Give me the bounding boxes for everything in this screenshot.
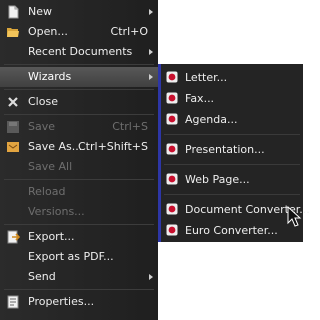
menu-item-versions[interactable]: Versions... bbox=[0, 202, 158, 222]
submenu-arrow-icon bbox=[149, 274, 153, 280]
mouse-pointer-icon bbox=[287, 206, 302, 227]
menu-separator bbox=[4, 114, 154, 115]
menu-separator bbox=[4, 224, 154, 225]
menu-item-open[interactable]: Open... Ctrl+O bbox=[0, 22, 158, 42]
menu-item-open-label: Open... bbox=[28, 25, 68, 38]
menu-item-properties-label: Properties... bbox=[28, 295, 95, 308]
menu-item-save-as-label: Save As... bbox=[28, 140, 83, 153]
close-icon bbox=[8, 97, 18, 107]
properties-icon bbox=[7, 295, 19, 309]
submenu-item-label: Letter... bbox=[185, 71, 228, 84]
menu-item-recent-label: Recent Documents bbox=[28, 45, 133, 58]
submenu-item-letter[interactable]: Letter... bbox=[161, 67, 303, 88]
menu-item-export-pdf-label: Export as PDF... bbox=[28, 250, 114, 263]
open-folder-icon bbox=[7, 28, 19, 37]
menu-item-reload-label: Reload bbox=[28, 185, 66, 198]
new-document-icon bbox=[8, 5, 19, 19]
submenu-item-document-converter[interactable]: Document Converter... bbox=[161, 199, 310, 220]
menu-item-versions-label: Versions... bbox=[28, 205, 85, 218]
menu-item-save[interactable]: Save Ctrl+S bbox=[0, 117, 158, 137]
red-circle-icon bbox=[166, 113, 178, 125]
menu-item-close[interactable]: Close bbox=[0, 92, 158, 112]
submenu-item-fax[interactable]: Fax... bbox=[161, 88, 303, 109]
menu-item-wizards[interactable]: Wizards bbox=[0, 67, 158, 87]
submenu-arrow-icon bbox=[149, 74, 153, 80]
submenu-item-label: Web Page... bbox=[185, 173, 250, 186]
menu-separator bbox=[4, 64, 154, 65]
menu-item-properties[interactable]: Properties... bbox=[0, 292, 158, 312]
wizards-submenu: Letter... Fax... Agenda... Presentation.… bbox=[158, 64, 310, 242]
menu-separator bbox=[164, 164, 300, 165]
menu-item-save-label: Save bbox=[28, 120, 56, 133]
menu-item-wizards-label: Wizards bbox=[28, 70, 72, 83]
save-icon bbox=[7, 121, 19, 133]
menu-item-recent-documents[interactable]: Recent Documents bbox=[0, 42, 158, 62]
menu-separator bbox=[4, 289, 154, 290]
red-circle-icon bbox=[166, 224, 178, 236]
red-circle-icon bbox=[166, 203, 178, 215]
menu-item-close-label: Close bbox=[28, 95, 58, 108]
menu-item-save-shortcut: Ctrl+S bbox=[112, 120, 148, 133]
menu-separator bbox=[164, 134, 300, 135]
menu-item-export[interactable]: Export... bbox=[0, 227, 158, 247]
submenu-item-label: Fax... bbox=[185, 92, 215, 105]
file-menu: New Open... Ctrl+O Recent Documents Wiza… bbox=[0, 0, 158, 320]
menu-item-new[interactable]: New bbox=[0, 2, 158, 22]
submenu-arrow-icon bbox=[149, 49, 153, 55]
submenu-item-web-page[interactable]: Web Page... bbox=[161, 169, 303, 190]
red-circle-icon bbox=[166, 92, 178, 104]
submenu-item-label: Presentation... bbox=[185, 143, 265, 156]
menu-item-save-all-label: Save All bbox=[28, 160, 73, 173]
submenu-item-label: Euro Converter... bbox=[185, 224, 278, 237]
save-as-icon bbox=[7, 142, 19, 152]
submenu-item-euro-converter[interactable]: Euro Converter... bbox=[161, 220, 303, 241]
submenu-item-agenda[interactable]: Agenda... bbox=[161, 109, 303, 130]
menu-item-send[interactable]: Send bbox=[0, 267, 158, 287]
menu-item-open-shortcut: Ctrl+O bbox=[110, 25, 148, 38]
menu-item-reload[interactable]: Reload bbox=[0, 182, 158, 202]
menu-separator bbox=[164, 194, 300, 195]
red-circle-icon bbox=[166, 71, 178, 83]
menu-item-export-label: Export... bbox=[28, 230, 75, 243]
menu-item-save-all[interactable]: Save All bbox=[0, 157, 158, 177]
menu-separator bbox=[4, 179, 154, 180]
export-icon bbox=[7, 230, 20, 244]
red-circle-icon bbox=[166, 143, 178, 155]
red-circle-icon bbox=[166, 173, 178, 185]
submenu-item-presentation[interactable]: Presentation... bbox=[161, 139, 303, 160]
menu-item-export-pdf[interactable]: Export as PDF... bbox=[0, 247, 158, 267]
menu-item-new-label: New bbox=[28, 5, 52, 18]
submenu-item-label: Agenda... bbox=[185, 113, 238, 126]
menu-item-send-label: Send bbox=[28, 270, 56, 283]
menu-separator bbox=[4, 89, 154, 90]
menu-item-save-as-shortcut: Ctrl+Shift+S bbox=[78, 140, 148, 153]
submenu-arrow-icon bbox=[149, 9, 153, 15]
menu-item-save-as[interactable]: Save As... Ctrl+Shift+S bbox=[0, 137, 158, 157]
